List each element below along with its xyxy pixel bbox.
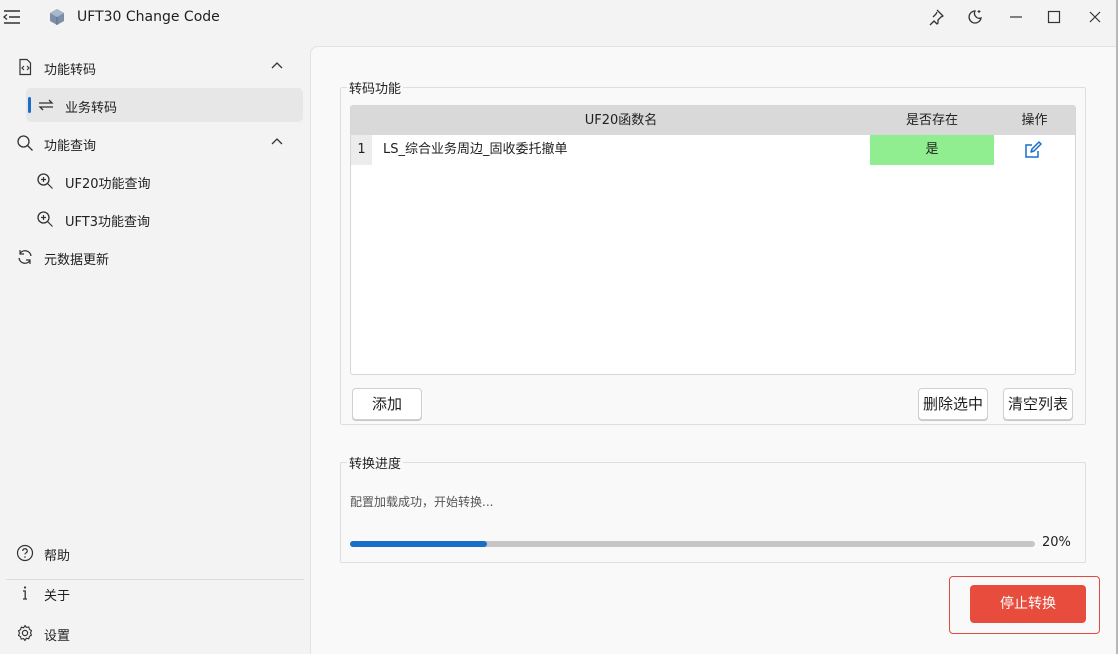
main-panel: 转码功能 UF20函数名 是否存在 操作 1 LS_综合业务周边_固收委托撤单 … [310,46,1118,654]
column-header-function-name[interactable]: UF20函数名 [372,106,870,135]
title-bar: UFT30 Change Code [0,0,1118,36]
sidebar-item-label: UF20功能查询 [65,177,151,192]
minimize-icon[interactable] [1005,7,1027,27]
sidebar-item-uft3-query[interactable]: UFT3功能查询 [6,202,303,236]
sidebar-item-label: 元数据更新 [44,253,110,268]
code-file-icon [15,57,35,77]
pin-icon[interactable] [925,7,947,27]
sidebar-item-business-convert[interactable]: 业务转码 [26,88,303,122]
column-header-exists[interactable]: 是否存在 [870,106,994,135]
exists-cell: 是 [870,135,994,165]
edit-icon[interactable] [1023,140,1043,160]
sidebar-item-settings[interactable]: 设置 [6,616,303,650]
convert-table[interactable]: UF20函数名 是否存在 操作 1 LS_综合业务周边_固收委托撤单 是 [350,105,1076,375]
swap-arrows-icon [36,95,56,115]
sidebar-item-function-query[interactable]: 功能查询 [6,126,303,160]
sidebar-item-about[interactable]: 关于 [6,576,303,610]
search-icon [15,133,35,153]
sidebar-item-label: UFT3功能查询 [65,215,150,230]
help-icon [15,543,35,563]
close-icon[interactable] [1084,7,1106,27]
progress-group-title: 转换进度 [347,453,404,472]
info-icon [15,583,35,603]
table-row[interactable]: 1 LS_综合业务周边_固收委托撤单 是 [351,135,1075,165]
sidebar-item-help[interactable]: 帮助 [6,536,303,570]
maximize-icon[interactable] [1043,7,1065,27]
sidebar-item-uf20-query[interactable]: UF20功能查询 [6,164,303,198]
progress-fill [350,541,487,547]
progress-group [340,462,1086,563]
status-text: 配置加载成功，开始转换... [350,495,494,509]
add-button[interactable]: 添加 [352,388,422,420]
app-logo-icon [48,8,66,26]
menu-icon[interactable] [2,8,22,26]
sidebar-item-function-convert[interactable]: 功能转码 [6,50,303,84]
zoom-in-icon [35,171,55,191]
sidebar-item-metadata-update[interactable]: 元数据更新 [6,240,303,274]
chevron-up-icon[interactable] [269,58,285,74]
refresh-icon [15,247,35,267]
theme-moon-icon[interactable] [964,7,986,27]
column-header-action[interactable]: 操作 [994,106,1075,135]
clear-list-button[interactable]: 清空列表 [1003,388,1073,420]
app-title: UFT30 Change Code [77,9,220,25]
sidebar-item-label: 功能转码 [44,63,97,78]
delete-selected-button[interactable]: 删除选中 [918,388,988,420]
progress-percent: 20% [1042,535,1071,550]
function-name-cell[interactable]: LS_综合业务周边_固收委托撤单 [383,135,568,165]
zoom-in-icon [35,209,55,229]
chevron-up-icon[interactable] [269,134,285,150]
sidebar-item-label: 功能查询 [44,139,97,154]
sidebar-item-label: 设置 [44,629,71,644]
selection-indicator [28,97,31,113]
sidebar-item-label: 业务转码 [65,101,118,116]
table-header: UF20函数名 是否存在 操作 [351,106,1075,135]
stop-convert-button[interactable]: 停止转换 [970,585,1086,623]
gear-icon [15,623,35,643]
convert-group-title: 转码功能 [347,78,404,97]
progress-bar [350,541,1035,547]
sidebar-item-label: 帮助 [44,549,71,564]
row-number: 1 [351,135,372,165]
sidebar: 功能转码 业务转码 功能查询 UF20功能查询 UFT3功能查询 元数据更新 帮… [0,46,310,654]
sidebar-item-label: 关于 [44,589,71,604]
